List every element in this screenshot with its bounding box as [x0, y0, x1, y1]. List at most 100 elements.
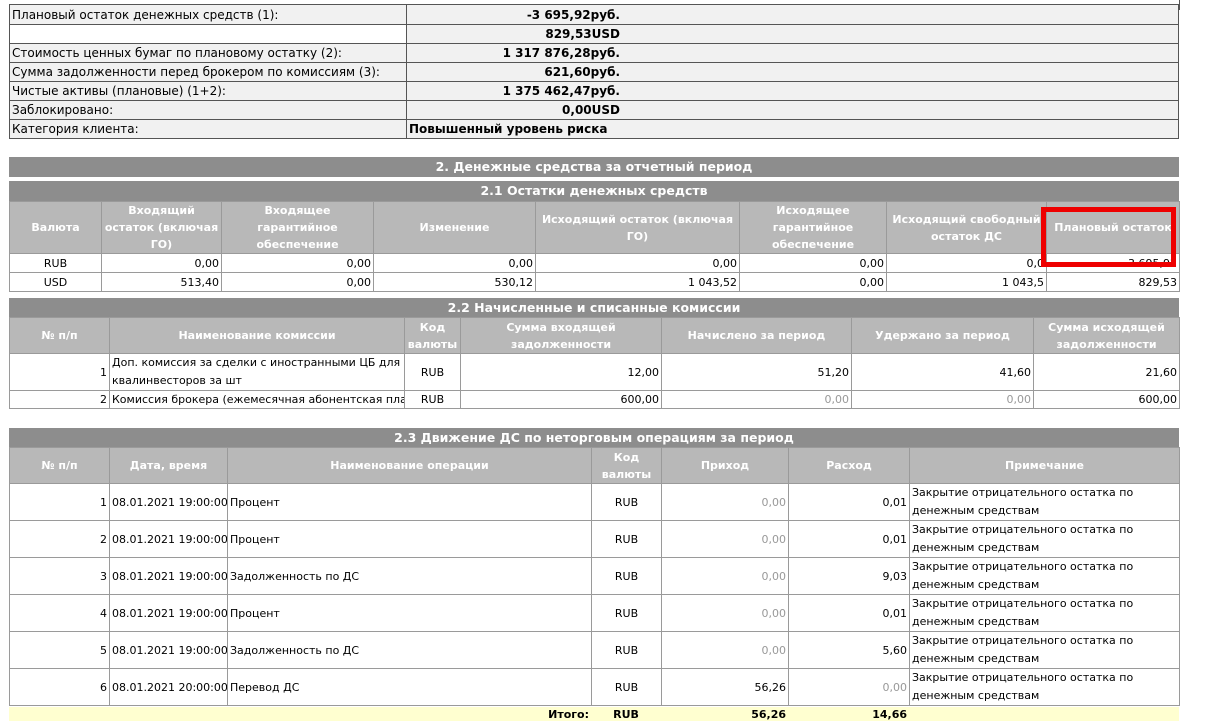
table-row: 4 08.01.2021 19:00:00 Процент RUB 0,00 0… — [9, 594, 1180, 632]
table-cell: 0,00 — [739, 253, 887, 273]
table-cell: 0,00 — [373, 253, 536, 273]
table-row: 5 08.01.2021 19:00:00 Задолженность по Д… — [9, 631, 1180, 669]
summary-label: Плановый остаток денежных средств (1): — [9, 4, 407, 25]
commission-name: Комиссия брокера (ежемесячная абонентска… — [109, 390, 405, 409]
expense-cell: 5,60 — [788, 631, 910, 669]
datetime-cell: 08.01.2021 19:00:00 — [109, 520, 228, 558]
table-row: 1 08.01.2021 19:00:00 Процент RUB 0,00 0… — [9, 483, 1180, 521]
table-row: 6 08.01.2021 20:00:00 Перевод ДС RUB 56,… — [9, 668, 1180, 706]
summary-row: 829,53USD — [9, 24, 1179, 44]
table-cell: 0,00 — [851, 390, 1034, 409]
column-header: Исходящий свободный остаток ДС — [886, 201, 1047, 254]
total-expense: 14,66 — [788, 707, 909, 721]
table-header-row: № п/п Дата, время Наименование операции … — [9, 447, 1180, 484]
summary-value: 1 375 462,47руб. — [406, 81, 1179, 101]
operation-name: Процент — [227, 520, 592, 558]
datetime-cell: 08.01.2021 19:00:00 — [109, 631, 228, 669]
table-cell: 21,60 — [1033, 353, 1180, 391]
balances-table: Валюта Входящий остаток (включая ГО) Вхо… — [9, 201, 1180, 292]
expense-cell: 9,03 — [788, 557, 910, 595]
section-2-2-title: 2.2 Начисленные и списанные комиссии — [9, 298, 1179, 318]
total-currency: RUB — [591, 707, 661, 721]
table-cell: 0,00 — [221, 272, 374, 292]
income-cell: 0,00 — [661, 594, 789, 632]
summary-row: Чистые активы (плановые) (1+2): 1 375 46… — [9, 81, 1179, 101]
right-border-line — [1179, 0, 1180, 10]
currency-cell: USD — [9, 272, 102, 292]
table-cell: 0,00 — [661, 390, 852, 409]
column-header: Примечание — [909, 447, 1180, 484]
section-2-1-title: 2.1 Остатки денежных средств — [9, 181, 1179, 201]
summary-label: Категория клиента: — [9, 119, 407, 139]
table-cell: 530,12 — [373, 272, 536, 292]
table-cell: 51,20 — [661, 353, 852, 391]
income-cell: 0,00 — [661, 631, 789, 669]
summary-value: 621,60руб. — [406, 62, 1179, 82]
summary-label: Сумма задолженности перед брокером по ко… — [9, 62, 407, 82]
column-header: Расход — [788, 447, 910, 484]
planned-balance-cell: 829,53 — [1046, 272, 1180, 292]
column-header: № п/п — [9, 317, 110, 354]
income-cell: 0,00 — [661, 483, 789, 521]
row-number: 3 — [9, 557, 110, 595]
total-empty — [909, 707, 1179, 721]
table-cell: 12,00 — [460, 353, 662, 391]
row-number: 5 — [9, 631, 110, 669]
table-cell: 600,00 — [460, 390, 662, 409]
table-cell: 513,40 — [101, 272, 222, 292]
column-header: Сумма входящей задолженности — [460, 317, 662, 354]
currency-cell: RUB — [591, 594, 662, 632]
column-header: Наименование операции — [227, 447, 592, 484]
table-cell: 41,60 — [851, 353, 1034, 391]
row-number: 4 — [9, 594, 110, 632]
table-row: RUB 0,00 0,00 0,00 0,00 0,00 0,0 -3 695,… — [9, 253, 1180, 273]
currency-cell: RUB — [591, 520, 662, 558]
column-header: Приход — [661, 447, 789, 484]
commissions-table: № п/п Наименование комиссии Код валюты С… — [9, 317, 1180, 409]
table-header-row: Валюта Входящий остаток (включая ГО) Вхо… — [9, 201, 1180, 254]
summary-value: 0,00USD — [406, 100, 1179, 120]
table-cell: 0,00 — [221, 253, 374, 273]
operation-name: Процент — [227, 483, 592, 521]
column-header: Начислено за период — [661, 317, 852, 354]
expense-cell: 0,01 — [788, 520, 910, 558]
column-header: Удержано за период — [851, 317, 1034, 354]
currency-cell: RUB — [591, 483, 662, 521]
column-header: Сумма исходящей задолженности — [1033, 317, 1180, 354]
currency-cell: RUB — [591, 631, 662, 669]
summary-row: Сумма задолженности перед брокером по ко… — [9, 62, 1179, 82]
commission-name: Доп. комиссия за сделки с иностранными Ц… — [109, 353, 405, 391]
operation-name: Задолженность по ДС — [227, 631, 592, 669]
note-cell: Закрытие отрицательного остатка по денеж… — [909, 631, 1180, 669]
note-cell: Закрытие отрицательного остатка по денеж… — [909, 520, 1180, 558]
summary-table: Плановый остаток денежных средств (1): -… — [9, 4, 1179, 139]
column-header: № п/п — [9, 447, 110, 484]
operation-name: Задолженность по ДС — [227, 557, 592, 595]
table-cell: 1 043,52 — [535, 272, 740, 292]
summary-row: Стоимость ценных бумаг по плановому оста… — [9, 43, 1179, 63]
operation-name: Процент — [227, 594, 592, 632]
note-cell: Закрытие отрицательного остатка по денеж… — [909, 668, 1180, 706]
operation-name: Перевод ДС — [227, 668, 592, 706]
column-header: Валюта — [9, 201, 102, 254]
row-number: 2 — [9, 520, 110, 558]
datetime-cell: 08.01.2021 19:00:00 — [109, 557, 228, 595]
table-row: 3 08.01.2021 19:00:00 Задолженность по Д… — [9, 557, 1180, 595]
column-header: Код валюты — [591, 447, 662, 484]
datetime-cell: 08.01.2021 19:00:00 — [109, 483, 228, 521]
summary-label — [9, 24, 407, 44]
row-number: 6 — [9, 668, 110, 706]
column-header: Входящий остаток (включая ГО) — [101, 201, 222, 254]
row-number: 1 — [9, 353, 110, 391]
expense-cell: 0,01 — [788, 483, 910, 521]
datetime-cell: 08.01.2021 20:00:00 — [109, 668, 228, 706]
summary-row: Заблокировано: 0,00USD — [9, 100, 1179, 120]
table-header-row: № п/п Наименование комиссии Код валюты С… — [9, 317, 1180, 354]
column-header: Код валюты — [404, 317, 461, 354]
expense-cell: 0,01 — [788, 594, 910, 632]
column-header: Входящее гарантийное обеспечение — [221, 201, 374, 254]
expense-cell: 0,00 — [788, 668, 910, 706]
column-header: Исходящее гарантийное обеспечение — [739, 201, 887, 254]
highlight-box — [1041, 207, 1176, 267]
section-2-title: 2. Денежные средства за отчетный период — [9, 157, 1179, 177]
